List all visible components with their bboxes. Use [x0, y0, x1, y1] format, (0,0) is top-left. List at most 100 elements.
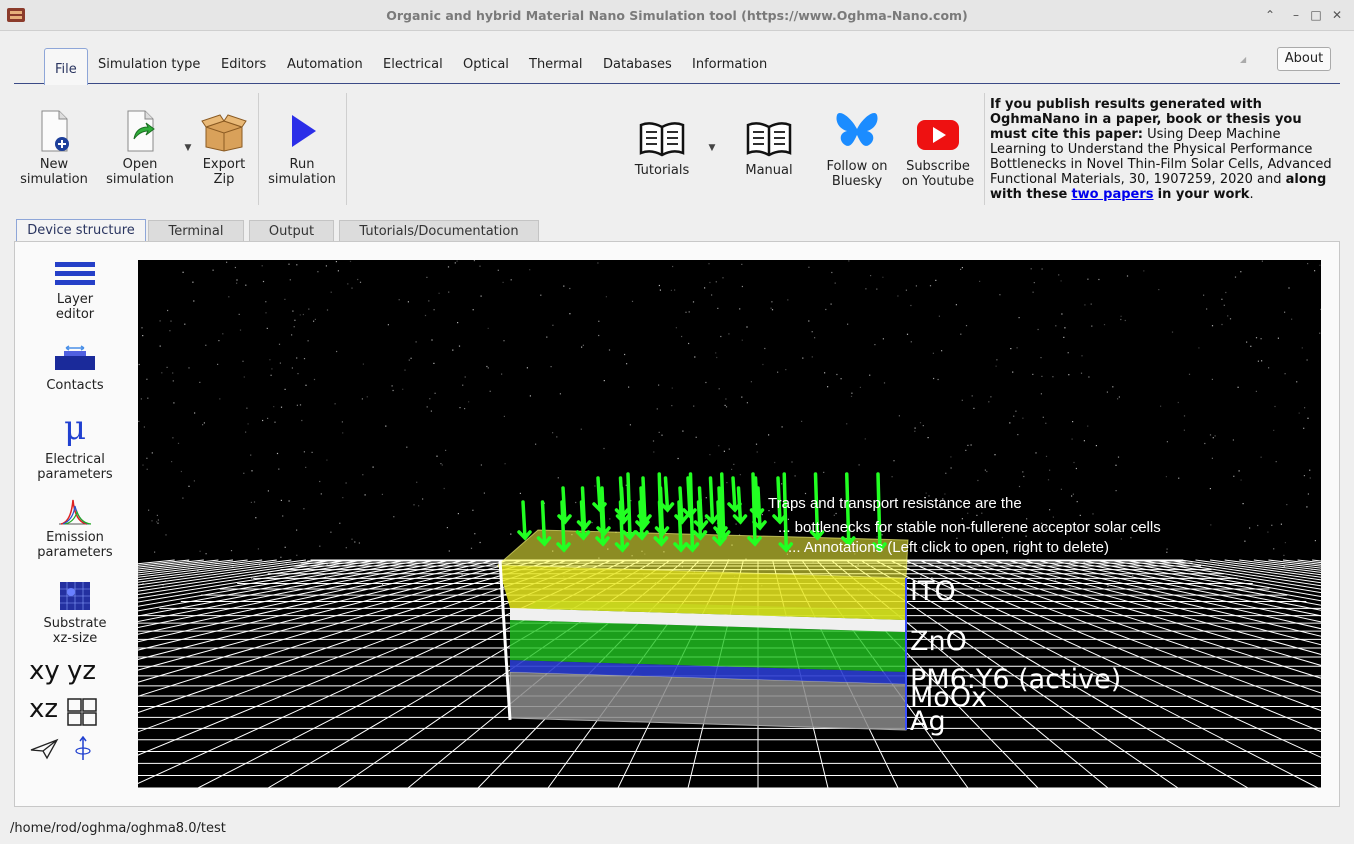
grid-line: [1137, 559, 1321, 590]
star: [1120, 315, 1122, 317]
rotate-axis-icon[interactable]: [73, 736, 93, 762]
tutorials-button[interactable]: Tutorials: [626, 119, 698, 178]
tab-editors[interactable]: Editors: [221, 56, 266, 80]
star: [487, 327, 489, 329]
annotation-line-2[interactable]: ... bottlenecks for stable non-fullerene…: [778, 519, 1161, 536]
star: [1107, 585, 1109, 587]
export-zip-button[interactable]: Export Zip: [196, 109, 252, 187]
about-button[interactable]: About: [1277, 47, 1331, 71]
star: [1041, 375, 1043, 377]
device-sidebar: Layer editor Contacts μ Electrical param…: [15, 242, 135, 806]
star: [433, 309, 435, 311]
tab-automation[interactable]: Automation: [287, 56, 363, 80]
run-simulation-button[interactable]: Run simulation: [264, 109, 340, 187]
star: [976, 514, 978, 516]
minimize-icon[interactable]: –: [1288, 7, 1304, 23]
star: [428, 300, 430, 302]
star: [1275, 461, 1277, 463]
light-arrow: [614, 476, 630, 519]
chevron-up-icon[interactable]: ⌃: [1262, 7, 1278, 23]
ribbon-divider: [984, 93, 985, 205]
star: [626, 363, 628, 365]
tab-tutorials-documentation[interactable]: Tutorials/Documentation: [339, 220, 539, 242]
star: [1158, 289, 1160, 291]
view-xy-button[interactable]: xy: [29, 656, 60, 686]
substrate-label-2: xz-size: [52, 631, 98, 646]
star: [1076, 501, 1078, 503]
star: [704, 517, 706, 519]
star: [443, 487, 445, 490]
tab-information[interactable]: Information: [692, 56, 767, 80]
star: [1198, 347, 1200, 349]
star: [1001, 536, 1003, 539]
star: [851, 392, 853, 394]
star: [199, 550, 201, 552]
star: [1018, 485, 1021, 488]
electrical-parameters-button[interactable]: μ Electrical parameters: [15, 410, 135, 482]
star: [694, 356, 696, 358]
paper-plane-icon[interactable]: [29, 738, 59, 760]
maximize-icon[interactable]: □: [1308, 7, 1324, 23]
star: [1229, 318, 1232, 320]
3d-device-viewport[interactable]: Traps and transport resistance are the .…: [138, 260, 1321, 788]
star: [1106, 391, 1108, 393]
star: [296, 264, 298, 266]
tab-file[interactable]: File: [44, 48, 88, 85]
layer-editor-label-1: Layer: [56, 292, 94, 307]
layer-editor-label-2: editor: [55, 307, 95, 322]
new-simulation-button[interactable]: New simulation: [18, 109, 90, 187]
subscribe-youtube-button[interactable]: Subscribe on Youtube: [900, 115, 976, 189]
view-yz-button[interactable]: yz: [67, 656, 96, 686]
annotation-line-1[interactable]: Traps and transport resistance are the: [768, 495, 1022, 512]
title-bar: Organic and hybrid Material Nano Simulat…: [0, 0, 1354, 31]
star: [919, 422, 922, 424]
tab-output[interactable]: Output: [249, 220, 334, 242]
star: [658, 284, 660, 287]
star: [228, 296, 230, 298]
star: [271, 368, 273, 370]
tab-optical[interactable]: Optical: [463, 56, 509, 80]
star: [1244, 540, 1246, 542]
star: [994, 454, 996, 456]
star: [1120, 538, 1122, 540]
tutorials-dropdown-chevron-icon[interactable]: ▼: [706, 141, 718, 156]
star: [510, 279, 512, 281]
star: [804, 492, 807, 495]
star: [146, 457, 148, 459]
star: [1260, 338, 1262, 340]
close-icon[interactable]: ✕: [1329, 7, 1345, 23]
open-dropdown-chevron-icon[interactable]: ▼: [182, 141, 194, 156]
mu-icon: μ: [63, 408, 87, 448]
tab-simulation-type[interactable]: Simulation type: [98, 56, 200, 80]
annotation-line-3[interactable]: ... Annotations (Left click to open, rig…: [788, 539, 1109, 556]
open-simulation-label-2: simulation: [106, 172, 174, 187]
follow-bluesky-button[interactable]: Follow on Bluesky: [820, 107, 894, 189]
new-simulation-label-1: New: [39, 157, 69, 172]
tab-electrical[interactable]: Electrical: [383, 56, 443, 80]
star: [692, 301, 695, 303]
tab-terminal[interactable]: Terminal: [148, 220, 244, 242]
star: [999, 294, 1001, 296]
manual-button[interactable]: Manual: [734, 119, 804, 178]
tab-databases[interactable]: Databases: [603, 56, 672, 80]
view-xz-button[interactable]: xz: [29, 694, 58, 724]
star: [142, 464, 144, 466]
star: [336, 350, 338, 353]
star: [1211, 378, 1213, 380]
tab-device-structure[interactable]: Device structure: [16, 219, 146, 241]
layer-editor-button[interactable]: Layer editor: [15, 260, 135, 322]
two-papers-link[interactable]: two papers: [1071, 187, 1153, 202]
star: [245, 284, 247, 286]
substrate-xz-size-button[interactable]: Substrate xz-size: [15, 580, 135, 646]
star: [159, 320, 161, 322]
open-simulation-button[interactable]: Open simulation: [104, 109, 176, 187]
grid-line: [138, 559, 394, 603]
four-views-icon[interactable]: [67, 698, 97, 726]
star: [874, 344, 876, 346]
contacts-button[interactable]: Contacts: [15, 344, 135, 393]
star: [741, 285, 743, 288]
star: [708, 263, 710, 265]
tab-thermal[interactable]: Thermal: [529, 56, 583, 80]
star: [876, 288, 878, 290]
emission-parameters-button[interactable]: Emission parameters: [15, 496, 135, 560]
